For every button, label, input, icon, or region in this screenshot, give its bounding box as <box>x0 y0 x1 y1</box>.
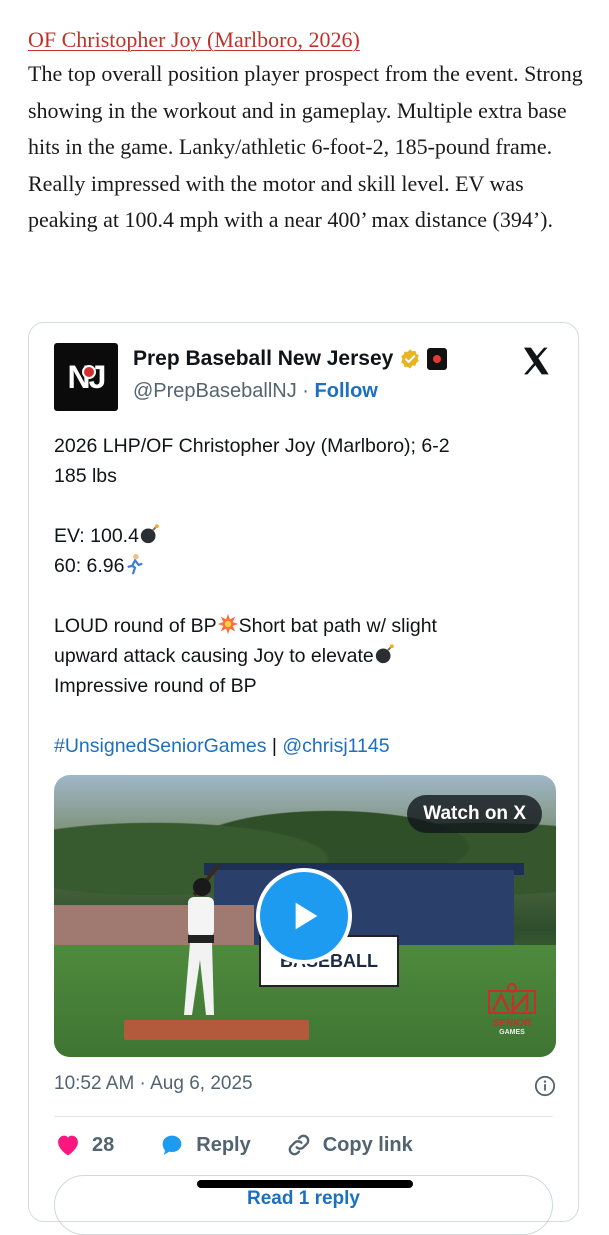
play-icon <box>295 902 318 930</box>
explosion-icon <box>217 613 238 635</box>
tweet-bp-line-2: upward attack causing Joy to elevate <box>54 641 554 671</box>
tweet-timestamp[interactable]: 10:52 AM · Aug 6, 2025 <box>54 1073 253 1095</box>
reply-label: Reply <box>196 1133 251 1156</box>
logo-text: SENIOR <box>492 1018 532 1029</box>
tweet-tags-line: #UnsignedSeniorGames | @chrisj1145 <box>54 731 554 761</box>
copy-link-label: Copy link <box>322 1133 413 1156</box>
bomb-icon <box>375 644 394 664</box>
reply-icon <box>162 1135 182 1155</box>
info-icon[interactable] <box>534 1075 556 1097</box>
follow-button[interactable]: Follow <box>315 380 378 402</box>
author-name-row[interactable]: Prep Baseball New Jersey <box>133 347 448 371</box>
video-thumbnail[interactable]: BASEBALL SENIOR GAMES Watch on X <box>54 775 556 1057</box>
divider <box>54 1116 553 1117</box>
link-icon <box>288 1134 310 1156</box>
article-body: The top overall position player prospect… <box>28 61 583 232</box>
mention-link[interactable]: @chrisj1145 <box>282 735 389 757</box>
tweet-ev-line: EV: 100.4 <box>54 521 554 551</box>
tweet-line-2: 185 lbs <box>54 465 117 487</box>
author-name[interactable]: Prep Baseball New Jersey <box>133 347 393 371</box>
logo-mark <box>488 983 536 1015</box>
tweet-bp-line-3: Impressive round of BP <box>54 675 257 697</box>
bp-text-b: Short bat path w/ slight <box>238 615 437 637</box>
hashtag-link[interactable]: #UnsignedSeniorGames <box>54 735 266 757</box>
sixty-text: 60: 6.96 <box>54 555 125 577</box>
article-heading-link[interactable]: OF Christopher Joy (Marlboro, 2026) <box>28 24 360 56</box>
logo-subtext: GAMES <box>499 1029 525 1036</box>
senior-games-logo: SENIOR GAMES <box>484 983 540 1043</box>
ev-text: EV: 100.4 <box>54 525 139 547</box>
tags-pipe: | <box>266 735 283 757</box>
watch-on-x-button[interactable]: Watch on X <box>407 795 542 833</box>
like-button[interactable]: 28 <box>54 1131 114 1159</box>
bp-text-c: upward attack causing Joy to elevate <box>54 645 374 667</box>
bomb-icon <box>140 524 159 544</box>
avatar[interactable]: NJ <box>54 343 118 411</box>
play-button[interactable] <box>256 868 352 964</box>
article: OF Christopher Joy (Marlboro, 2026) The … <box>28 24 588 239</box>
copy-link-button[interactable]: Copy link <box>285 1131 413 1159</box>
tweet-sixty-line: 60: 6.96 <box>54 551 554 581</box>
author-handle[interactable]: @PrepBaseballNJ <box>133 380 297 402</box>
batter-figure <box>184 865 221 1015</box>
separator-dot: · <box>302 380 309 402</box>
tweet-text: 2026 LHP/OF Christopher Joy (Marlboro); … <box>54 431 554 761</box>
reply-button[interactable]: Reply <box>158 1131 251 1159</box>
org-badge-icon <box>427 348 448 370</box>
runner-icon <box>127 553 144 575</box>
tweet-bp-line-1: LOUD round of BP Short bat path w/ slight <box>54 611 554 641</box>
avatar-dot <box>82 365 96 379</box>
home-indicator[interactable] <box>197 1180 413 1188</box>
read-reply-label: Read 1 reply <box>247 1188 360 1209</box>
embedded-tweet[interactable]: NJ Prep Baseball New Jersey @PrepBasebal… <box>28 322 579 1235</box>
like-count: 28 <box>92 1133 115 1156</box>
tweet-line-1: 2026 LHP/OF Christopher Joy (Marlboro); … <box>54 435 450 457</box>
bp-text-a: LOUD round of BP <box>54 615 217 637</box>
heart-icon <box>58 1135 78 1156</box>
x-logo-icon[interactable] <box>520 345 552 377</box>
handle-line: @PrepBaseballNJ · Follow <box>133 380 378 403</box>
tweet-actions: 28 Reply Copy link <box>54 1131 413 1159</box>
verified-badge-icon <box>401 349 420 369</box>
